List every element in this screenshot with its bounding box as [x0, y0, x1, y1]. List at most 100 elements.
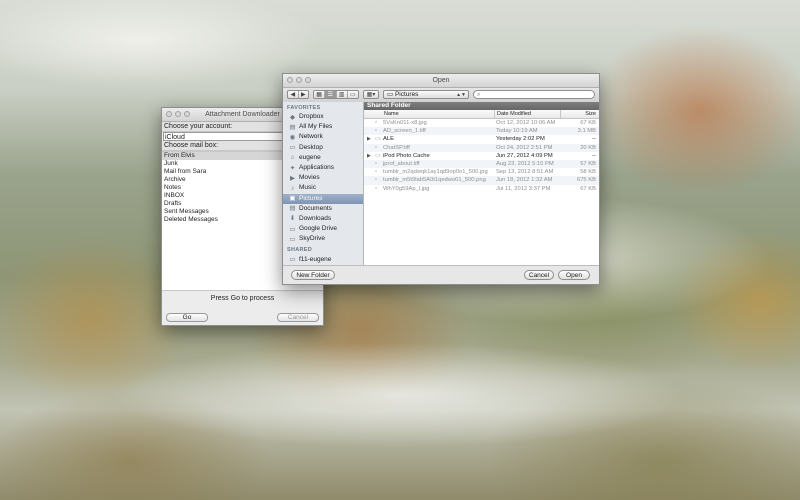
sidebar-item-label: Documents	[299, 204, 332, 212]
folder-icon: ▭	[375, 152, 381, 159]
file-size: 57 KB	[580, 160, 596, 167]
folder-header: Shared Folder	[364, 102, 599, 110]
sidebar-item[interactable]: ▭ Google Drive	[283, 224, 363, 234]
sidebar-item-label: eugene	[299, 153, 321, 161]
sidebar-item[interactable]: ⌂ eugene	[283, 153, 363, 163]
close-button[interactable]	[287, 77, 293, 83]
sidebar-favorites: ◆ Dropbox ▤ All My Files ◉ Network ▭ Desktop ⌂ eu…	[283, 112, 363, 244]
column-date-modified[interactable]: Date Modified	[494, 110, 560, 118]
file-row[interactable]: ▫ tumblr_m5t9lab5A0t1qedwo01_500.png Jun 1…	[364, 176, 599, 185]
file-name: WhY0g59Ap_l.jpg	[383, 185, 430, 192]
file-row[interactable]: ▫ jprof_about.tiff Aug 23, 2012 5:15 PM 57 …	[364, 159, 599, 169]
dialog-title: Open	[432, 77, 450, 84]
column-view-icon[interactable]: ▥	[337, 91, 348, 98]
file-row[interactable]: ▶ ▭ ALE Yesterday 2:02 PM --	[364, 135, 599, 143]
go-button[interactable]: Go	[166, 313, 208, 322]
file-row[interactable]: ▫ ChatSP.tiff Oct 24, 2012 2:51 PM 20 KB	[364, 143, 599, 152]
search-icon: ⌕	[477, 92, 481, 98]
sidebar-item[interactable]: ▭ f11-eugene	[283, 254, 363, 264]
column-name[interactable]: Name	[364, 110, 494, 118]
file-icon: ▫	[375, 128, 378, 135]
file-name: ALE	[383, 136, 394, 143]
sidebar-item[interactable]: ◆ Dropbox	[283, 112, 363, 122]
search-input[interactable]: ⌕	[473, 90, 595, 99]
file-name-cell: ▫ ChatSP.tiff	[364, 144, 494, 152]
sidebar-item[interactable]: ▭ SkyDrive	[283, 234, 363, 244]
column-size[interactable]: Size	[560, 110, 599, 118]
back-arrow-icon[interactable]: ◀	[288, 91, 299, 98]
file-row[interactable]: ▫ AD_screen_1.tiff Today 10:19 AM 3.1 MB	[364, 127, 599, 136]
file-date: Oct 24, 2012 2:51 PM	[496, 144, 553, 151]
sidebar-item[interactable]: ▤ Documents	[283, 204, 363, 214]
list-view-icon[interactable]: ☰	[325, 91, 337, 98]
view-mode-buttons: ▦ ☰ ▥ ▭	[313, 90, 359, 99]
file-date: Sep 13, 2012 8:51 AM	[496, 169, 554, 176]
dropbox-icon: ◆	[290, 113, 295, 121]
back-forward-buttons: ◀ ▶	[287, 90, 309, 99]
cancel-button[interactable]: Cancel	[277, 313, 319, 322]
file-size: --	[592, 136, 596, 143]
file-date: Jul 11, 2012 3:37 PM	[496, 185, 551, 192]
sidebar-shared: ▭ f11-eugene	[283, 254, 363, 264]
file-date: Jun 18, 2012 1:32 AM	[496, 177, 553, 184]
file-name: 5VsKn011-x8.jpg	[383, 120, 427, 126]
downloads-icon: ⬇	[289, 215, 296, 223]
file-name-cell: ▫ 5VsKn011-x8.jpg	[364, 119, 494, 127]
new-folder-button[interactable]: New Folder	[291, 270, 335, 280]
sidebar-item[interactable]: ⬇ Downloads	[283, 214, 363, 224]
file-name-cell: ▫ AD_screen_1.tiff	[364, 127, 494, 135]
sidebar-item[interactable]: ◉ Network	[283, 132, 363, 142]
sidebar-item[interactable]: ▤ All My Files	[283, 122, 363, 132]
network-icon: ◉	[289, 133, 296, 141]
icon-view-icon[interactable]: ▦	[314, 91, 326, 98]
minimize-button[interactable]	[175, 111, 181, 117]
disclosure-triangle-icon[interactable]: ▶	[367, 152, 373, 160]
sidebar-item[interactable]: ✦ Applications	[283, 163, 363, 173]
file-size: 58 KB	[580, 169, 596, 176]
file-size: 67 KB	[580, 120, 596, 126]
file-name: AD_screen_1.tiff	[383, 128, 426, 135]
folder-icon: ▭	[387, 91, 395, 98]
file-date: Yesterday 2:02 PM	[496, 136, 545, 143]
file-name: iPod Photo Cache	[383, 152, 430, 159]
window-controls	[287, 77, 311, 83]
file-list: ▫ 5VsKn011-x8.jpg Oct 12, 2012 10:06 AM 67 …	[364, 119, 599, 193]
zoom-button[interactable]	[305, 77, 311, 83]
file-name-cell: ▶ ▭ iPod Photo Cache	[364, 152, 494, 160]
sidebar-item[interactable]: ▭ Desktop	[283, 143, 363, 153]
zoom-button[interactable]	[184, 111, 190, 117]
sidebar-item-label: Downloads	[299, 214, 332, 222]
folder-icon: ▭	[289, 235, 296, 243]
forward-arrow-icon[interactable]: ▶	[299, 91, 309, 98]
file-row[interactable]: ▫ tumblr_m2qdwqk1ay1qd9op0o1_500.jpg Sep 1…	[364, 168, 599, 176]
open-dialog-titlebar[interactable]: Open	[283, 74, 599, 88]
open-button[interactable]: Open	[558, 270, 590, 280]
sidebar-shared-heading: SHARED	[287, 247, 313, 254]
close-button[interactable]	[166, 111, 172, 117]
disclosure-triangle-icon[interactable]: ▶	[367, 135, 373, 143]
sidebar-item[interactable]: ♪ Music	[283, 183, 363, 193]
toolbar: ◀ ▶ ▦ ☰ ▥ ▭ ▦▾ ▭ Pictures ▲▼ ⌕	[283, 88, 599, 103]
file-row[interactable]: ▫ 5VsKn011-x8.jpg Oct 12, 2012 10:06 AM 67 …	[364, 119, 599, 127]
arrange-button[interactable]: ▦▾	[363, 90, 379, 99]
cover-flow-icon[interactable]: ▭	[348, 91, 358, 98]
file-date: Jun 27, 2012 4:09 PM	[496, 152, 553, 159]
movies-icon: ▶	[290, 174, 295, 182]
sidebar-item-label: Network	[299, 133, 323, 141]
file-name-cell: ▫ WhY0g59Ap_l.jpg	[364, 185, 494, 193]
sidebar-item[interactable]: ▶ Movies	[283, 173, 363, 183]
sidebar-item[interactable]: ▣ Pictures	[283, 193, 363, 204]
cancel-button[interactable]: Cancel	[524, 270, 554, 280]
file-row[interactable]: ▫ WhY0g59Ap_l.jpg Jul 11, 2012 3:37 PM 67 K…	[364, 185, 599, 193]
path-popup[interactable]: ▭ Pictures ▲▼	[383, 90, 469, 99]
sidebar-item-label: Movies	[299, 174, 320, 182]
minimize-button[interactable]	[296, 77, 302, 83]
file-row[interactable]: ▶ ▭ iPod Photo Cache Jun 27, 2012 4:09 PM --	[364, 152, 599, 160]
file-name-cell: ▶ ▭ ALE	[364, 135, 494, 143]
sidebar-item-label: Desktop	[299, 143, 323, 151]
sidebar-item-label: f11-eugene	[299, 255, 332, 263]
sidebar: FAVORITES ◆ Dropbox ▤ All My Files ◉ Network ▭…	[283, 102, 364, 265]
computer-icon: ▭	[289, 256, 296, 264]
